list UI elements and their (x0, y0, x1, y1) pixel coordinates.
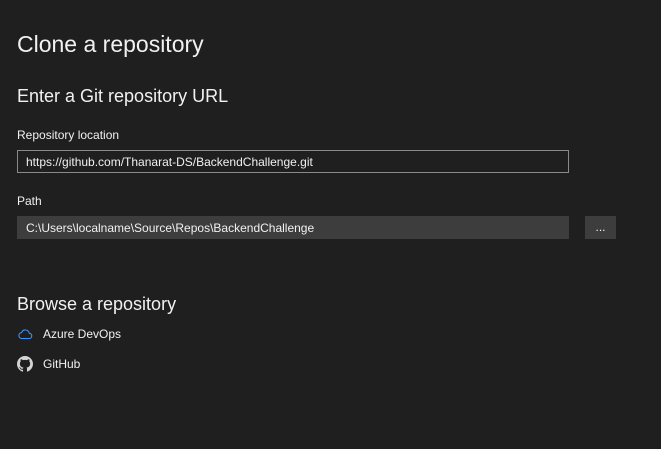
cloud-icon (17, 326, 33, 342)
browse-section-title: Browse a repository (17, 294, 177, 314)
git-url-section-title: Enter a Git repository URL (17, 86, 229, 106)
provider-label-github: GitHub (43, 357, 81, 371)
repository-location-input[interactable] (17, 150, 569, 173)
page-title: Clone a repository (17, 31, 204, 57)
path-label: Path (17, 194, 42, 208)
provider-item-azure-devops[interactable]: Azure DevOps (17, 325, 121, 343)
browse-path-button[interactable]: ... (585, 216, 616, 239)
clone-repository-page: Clone a repository Enter a Git repositor… (0, 0, 661, 449)
provider-label-azure-devops: Azure DevOps (43, 327, 122, 341)
provider-item-github[interactable]: GitHub (17, 355, 80, 373)
path-input[interactable] (17, 216, 569, 239)
repository-location-label: Repository location (17, 128, 120, 142)
github-icon (17, 356, 33, 372)
